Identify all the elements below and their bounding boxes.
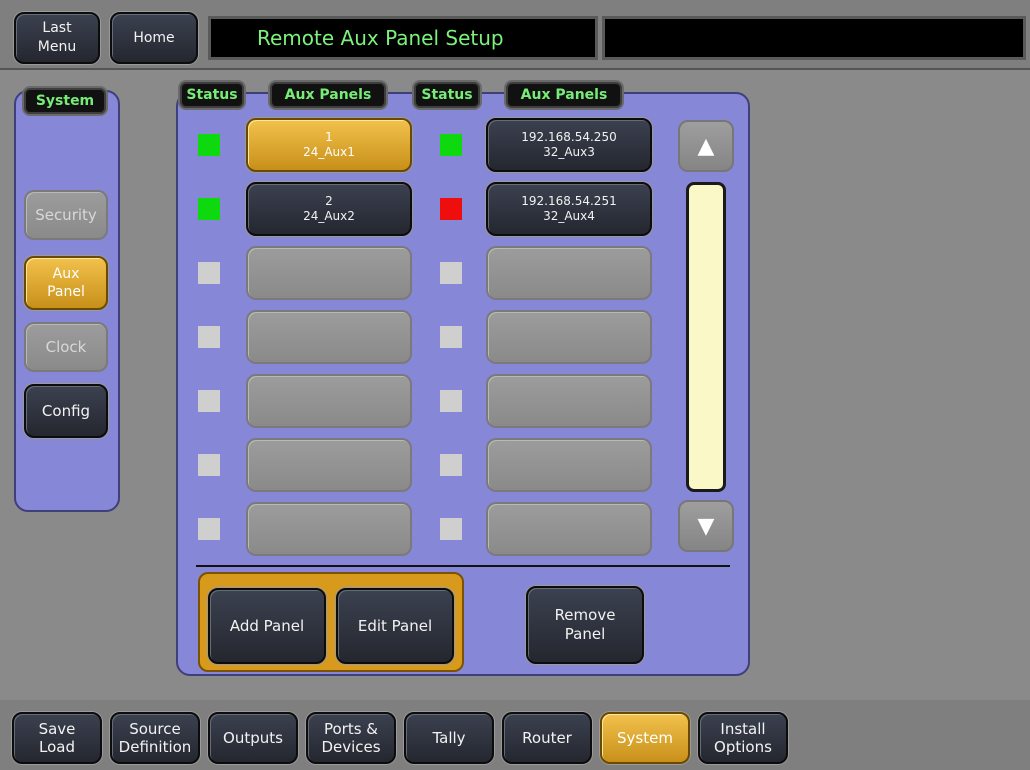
footer-tab-5[interactable]: Router bbox=[502, 712, 592, 764]
footer-tab-0[interactable]: Save Load bbox=[12, 712, 102, 764]
footer-tab-6[interactable]: System bbox=[600, 712, 690, 764]
status-indicator bbox=[198, 326, 220, 348]
aux-panel-slot[interactable]: 2 24_Aux2 bbox=[246, 182, 412, 236]
aux-panel-slot[interactable] bbox=[246, 374, 412, 428]
status-indicator bbox=[198, 454, 220, 476]
col-header-status-left: Status bbox=[180, 82, 244, 108]
status-indicator bbox=[440, 454, 462, 476]
divider bbox=[196, 565, 730, 567]
message-display bbox=[602, 16, 1026, 60]
aux-panel-slot[interactable]: 1 24_Aux1 bbox=[246, 118, 412, 172]
aux-panel-slot[interactable] bbox=[246, 502, 412, 556]
status-indicator bbox=[198, 198, 220, 220]
aux-panel-slot[interactable] bbox=[486, 246, 652, 300]
footer-tab-2[interactable]: Outputs bbox=[208, 712, 298, 764]
footer-tab-1[interactable]: Source Definition bbox=[110, 712, 200, 764]
last-menu-button[interactable]: Last Menu bbox=[14, 12, 100, 64]
triangle-up-icon: ▲ bbox=[697, 133, 715, 159]
aux-panel-name: 24_Aux2 bbox=[303, 209, 355, 223]
side-item-clock[interactable]: Clock bbox=[24, 322, 108, 372]
aux-panel-slot[interactable] bbox=[486, 438, 652, 492]
status-indicator bbox=[440, 198, 462, 220]
status-indicator bbox=[440, 390, 462, 412]
status-indicator bbox=[440, 262, 462, 284]
aux-panel-id: 192.168.54.251 bbox=[521, 194, 617, 208]
side-item-config[interactable]: Config bbox=[24, 384, 108, 438]
triangle-down-icon: ▼ bbox=[697, 513, 715, 539]
footer-tab-7[interactable]: Install Options bbox=[698, 712, 788, 764]
aux-panel-slot[interactable]: 192.168.54.250 32_Aux3 bbox=[486, 118, 652, 172]
aux-panel-id: 192.168.54.250 bbox=[521, 130, 617, 144]
status-indicator bbox=[198, 262, 220, 284]
aux-panel-slot[interactable] bbox=[246, 438, 412, 492]
col-header-status-right: Status bbox=[414, 82, 480, 108]
aux-panel-id: 2 bbox=[325, 194, 333, 208]
side-tab-system: System bbox=[24, 88, 106, 114]
page-title: Remote Aux Panel Setup bbox=[208, 16, 598, 60]
scroll-up-button[interactable]: ▲ bbox=[678, 120, 734, 172]
status-indicator bbox=[198, 134, 220, 156]
remove-panel-button[interactable]: Remove Panel bbox=[526, 586, 644, 664]
aux-panel-slot[interactable] bbox=[486, 310, 652, 364]
aux-panel-name: 24_Aux1 bbox=[303, 145, 355, 159]
status-indicator bbox=[198, 518, 220, 540]
home-button[interactable]: Home bbox=[110, 12, 198, 64]
scroll-down-button[interactable]: ▼ bbox=[678, 500, 734, 552]
aux-panel-name: 32_Aux3 bbox=[543, 145, 595, 159]
aux-panel-slot[interactable] bbox=[486, 374, 652, 428]
aux-panel-name: 32_Aux4 bbox=[543, 209, 595, 223]
status-indicator bbox=[440, 134, 462, 156]
col-header-aux-panels-right: Aux Panels bbox=[506, 82, 622, 108]
aux-panel-slot[interactable] bbox=[486, 502, 652, 556]
aux-panel-slot[interactable]: 192.168.54.251 32_Aux4 bbox=[486, 182, 652, 236]
footer-tab-4[interactable]: Tally bbox=[404, 712, 494, 764]
aux-panel-slot[interactable] bbox=[246, 310, 412, 364]
footer-tab-3[interactable]: Ports & Devices bbox=[306, 712, 396, 764]
status-indicator bbox=[440, 326, 462, 348]
side-item-security[interactable]: Security bbox=[24, 190, 108, 240]
add-panel-button[interactable]: Add Panel bbox=[208, 588, 326, 664]
status-indicator bbox=[440, 518, 462, 540]
aux-panel-slot[interactable] bbox=[246, 246, 412, 300]
scroll-track[interactable] bbox=[686, 182, 726, 492]
aux-panel-id: 1 bbox=[325, 130, 333, 144]
col-header-aux-panels-left: Aux Panels bbox=[270, 82, 386, 108]
status-indicator bbox=[198, 390, 220, 412]
side-item-aux-panel[interactable]: Aux Panel bbox=[24, 256, 108, 310]
edit-panel-button[interactable]: Edit Panel bbox=[336, 588, 454, 664]
